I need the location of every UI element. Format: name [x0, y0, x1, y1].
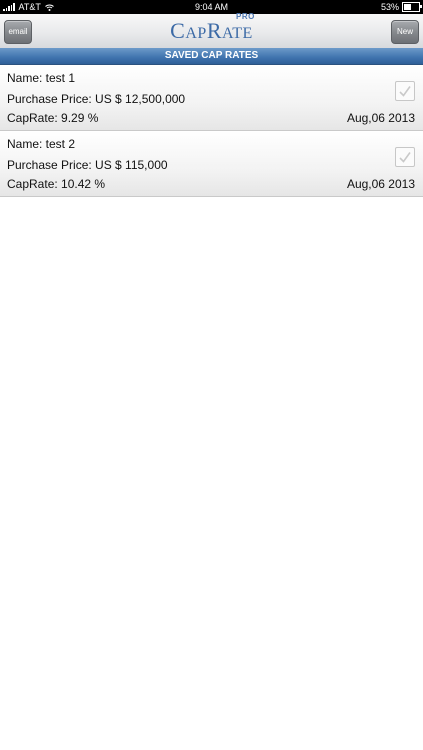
saved-list: Name: test 1 Purchase Price: US $ 12,500…: [0, 65, 423, 197]
item-name: Name: test 1: [7, 71, 76, 85]
checkmark-icon: [399, 86, 411, 97]
section-title: SAVED CAP RATES: [0, 48, 423, 65]
item-purchase-price: Purchase Price: US $ 115,000: [7, 158, 168, 172]
checkmark-icon: [399, 152, 411, 163]
item-cap-rate: CapRate: 10.42 %: [7, 177, 106, 191]
battery-percent: 53%: [380, 2, 399, 12]
logo-rate-initial: R: [206, 18, 222, 43]
item-name: Name: test 2: [7, 137, 76, 151]
app-logo: CAPRATE PRO: [0, 12, 423, 44]
status-bar: AT&T 9:04 AM 53%: [0, 0, 423, 14]
list-item[interactable]: Name: test 1 Purchase Price: US $ 12,500…: [0, 65, 423, 131]
logo-cap-initial: C: [170, 18, 186, 43]
logo-cap-rest: AP: [185, 25, 207, 42]
logo-pro: PRO: [235, 12, 255, 21]
nav-bar: email CAPRATE PRO New: [0, 12, 423, 49]
checkbox-icon[interactable]: [395, 147, 415, 167]
item-cap-rate: CapRate: 9.29 %: [7, 111, 99, 125]
checkbox-icon[interactable]: [395, 81, 415, 101]
list-item[interactable]: Name: test 2 Purchase Price: US $ 115,00…: [0, 131, 423, 197]
logo-rate-rest: ATE: [222, 25, 253, 42]
status-right: 53%: [380, 0, 422, 14]
status-time: 9:04 AM: [194, 2, 229, 12]
item-date: Aug,06 2013: [346, 111, 415, 125]
item-date: Aug,06 2013: [346, 177, 415, 191]
item-purchase-price: Purchase Price: US $ 12,500,000: [7, 92, 186, 106]
new-button[interactable]: New: [391, 20, 419, 44]
battery-icon: [402, 2, 422, 12]
